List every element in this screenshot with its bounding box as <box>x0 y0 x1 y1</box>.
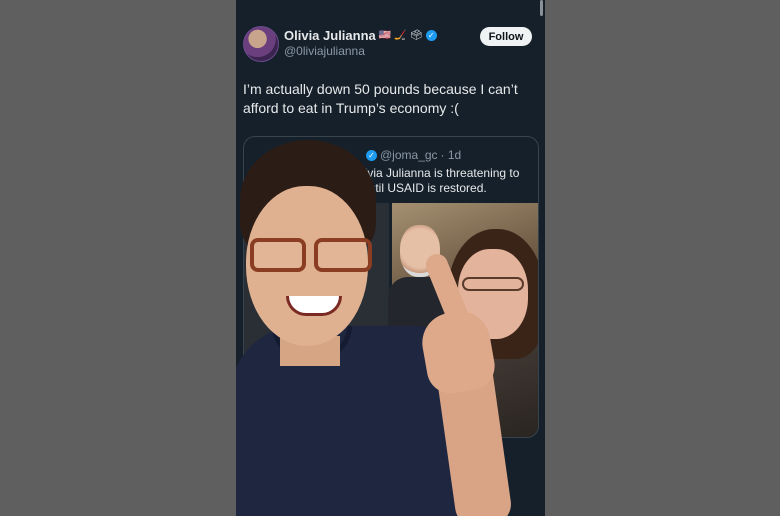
quoted-image-left[interactable] <box>244 203 389 437</box>
photo-woman-glasses <box>462 277 524 291</box>
quoted-handle: @joma_gc <box>380 148 438 162</box>
views-icon[interactable]: ▷ <box>406 496 417 512</box>
tweet-action-bar: ▷ ⇧ <box>406 496 469 512</box>
author-name-row: Olivia Julianna 🇺🇸 🏒 🗳 ✓ <box>284 28 437 43</box>
name-emojis: 🇺🇸 🏒 🗳 <box>378 30 423 41</box>
verified-icon: ✓ <box>425 30 437 41</box>
photo-figure-suit <box>388 277 454 357</box>
quoted-author-row: ✓ @joma_gc · 1d <box>366 148 461 162</box>
verified-icon: ✓ <box>366 149 377 161</box>
follow-button[interactable]: Follow <box>480 27 532 46</box>
photo-woman-face <box>458 249 528 339</box>
quoted-text: livia Julianna is threatening to until U… <box>362 166 520 195</box>
quoted-tweet[interactable]: ✓ @joma_gc · 1d livia Julianna is threat… <box>243 136 539 438</box>
scrollbar[interactable] <box>540 0 543 16</box>
tweet-text: I’m actually down 50 pounds because I ca… <box>243 81 518 116</box>
quoted-age: · 1d <box>440 148 462 162</box>
author-display-name[interactable]: Olivia Julianna <box>284 28 376 43</box>
author-handle[interactable]: @0liviajulianna <box>284 44 365 58</box>
share-icon[interactable]: ⇧ <box>457 496 469 512</box>
quoted-image-right[interactable] <box>388 203 538 437</box>
photo-figure-face <box>400 225 440 277</box>
author-avatar[interactable] <box>243 26 279 62</box>
tweet-screen: Olivia Julianna 🇺🇸 🏒 🗳 ✓ @0liviajulianna… <box>236 0 545 516</box>
